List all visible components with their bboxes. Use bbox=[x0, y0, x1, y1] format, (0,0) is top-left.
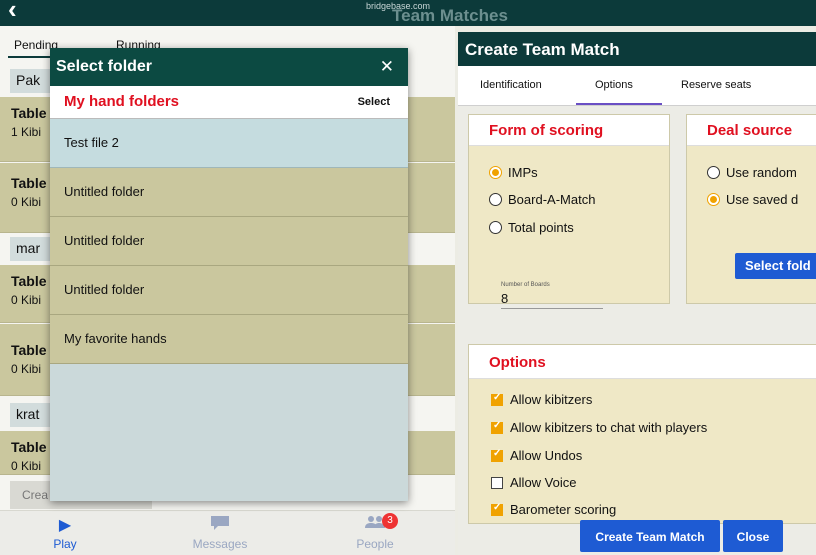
tab-identification[interactable]: Identification bbox=[480, 79, 542, 91]
radio-empty-icon bbox=[707, 166, 720, 179]
people-icon bbox=[320, 515, 430, 537]
checkbox-label: Allow kibitzers to chat with players bbox=[510, 420, 708, 435]
folder-item-label: Untitled folder bbox=[64, 233, 145, 248]
play-icon: ▶ bbox=[58, 517, 72, 534]
nav-messages[interactable]: Messages bbox=[165, 515, 275, 551]
checkbox-allow-kibitzer-chat[interactable]: Allow kibitzers to chat with players bbox=[491, 420, 707, 435]
folder-list-empty-area bbox=[50, 364, 408, 501]
folder-item[interactable]: Test file 2 bbox=[50, 119, 408, 168]
create-team-match-button[interactable]: Create Team Match bbox=[580, 520, 720, 552]
close-icon[interactable]: ✕ bbox=[380, 57, 394, 77]
table-row-title: Table bbox=[11, 273, 47, 289]
card-title: Deal source bbox=[707, 122, 793, 139]
active-tab-indicator bbox=[576, 103, 662, 105]
form-of-scoring-card: Form of scoring IMPs Board-A-Match Total… bbox=[468, 114, 670, 304]
table-row-kibitzers: 0 Kibi bbox=[11, 195, 42, 209]
checkbox-allow-voice[interactable]: Allow Voice bbox=[491, 475, 576, 490]
checkbox-allow-kibitzers[interactable]: Allow kibitzers bbox=[491, 392, 592, 407]
table-row-kibitzers: 1 Kibi bbox=[11, 125, 42, 139]
folder-item-label: Untitled folder bbox=[64, 184, 145, 199]
message-icon bbox=[165, 515, 275, 537]
nav-play[interactable]: ▶ Play bbox=[10, 515, 120, 551]
dialog-header: Select folder ✕ bbox=[50, 48, 408, 86]
table-row-kibitzers: 0 Kibi bbox=[11, 362, 42, 376]
radio-selected-icon bbox=[707, 193, 720, 206]
folder-item[interactable]: Untitled folder bbox=[50, 217, 408, 266]
radio-label: Board-A-Match bbox=[508, 192, 596, 207]
create-team-match-panel: Create Team Match Identification Options… bbox=[458, 32, 816, 555]
nav-play-label: Play bbox=[53, 537, 77, 551]
radio-imps[interactable]: IMPs bbox=[489, 165, 538, 180]
table-row-kibitzers: 0 Kibi bbox=[11, 293, 42, 307]
panel-title: Create Team Match bbox=[465, 40, 620, 59]
checkbox-empty-icon bbox=[491, 477, 503, 489]
radio-label: Use random bbox=[726, 165, 797, 180]
panel-header: Create Team Match bbox=[458, 32, 816, 66]
radio-empty-icon bbox=[489, 193, 502, 206]
card-header: Deal source bbox=[687, 115, 816, 146]
background-title: Team Matches bbox=[392, 6, 508, 25]
checkbox-label: Allow Voice bbox=[510, 475, 577, 490]
select-button[interactable]: Select bbox=[358, 96, 390, 108]
options-card: Options Allow kibitzers Allow kibitzers … bbox=[468, 344, 816, 524]
checkbox-label: Allow kibitzers bbox=[510, 392, 593, 407]
radio-selected-icon bbox=[489, 166, 502, 179]
folder-item-label: Test file 2 bbox=[64, 135, 119, 150]
boards-input-underline bbox=[501, 308, 603, 309]
boards-label: Number of Boards bbox=[501, 282, 550, 288]
radio-label: Use saved d bbox=[726, 192, 799, 207]
folder-item-label: Untitled folder bbox=[64, 282, 145, 297]
people-badge: 3 bbox=[382, 513, 398, 529]
radio-use-saved[interactable]: Use saved d bbox=[707, 192, 798, 207]
nav-people-label: People bbox=[356, 537, 394, 551]
radio-use-random[interactable]: Use random bbox=[707, 165, 797, 180]
folder-item[interactable]: Untitled folder bbox=[50, 266, 408, 315]
status-bar: ‹ bridgebase.com Team Matches bbox=[0, 0, 816, 26]
table-row-title: Table bbox=[11, 105, 47, 121]
nav-messages-label: Messages bbox=[192, 537, 248, 551]
table-row-title: Table bbox=[11, 439, 47, 455]
folder-list-title: My hand folders bbox=[64, 93, 180, 110]
select-folder-button[interactable]: Select fold bbox=[735, 253, 816, 279]
card-title: Form of scoring bbox=[489, 122, 604, 139]
folder-item[interactable]: My favorite hands bbox=[50, 315, 408, 364]
checkbox-label: Allow Undos bbox=[510, 448, 583, 463]
nav-people[interactable]: 3 People bbox=[320, 513, 430, 551]
radio-label: Total points bbox=[508, 220, 574, 235]
tab-options[interactable]: Options bbox=[595, 79, 633, 91]
card-header: Form of scoring bbox=[469, 115, 669, 146]
checkbox-checked-icon bbox=[491, 448, 503, 462]
tab-reserve-seats[interactable]: Reserve seats bbox=[681, 79, 751, 91]
radio-board-a-match[interactable]: Board-A-Match bbox=[489, 192, 595, 207]
table-row-title: Table bbox=[11, 175, 47, 191]
table-row-kibitzers: 0 Kibi bbox=[11, 459, 42, 473]
folder-item[interactable]: Untitled folder bbox=[50, 168, 408, 217]
chevron-left-icon[interactable]: ‹ bbox=[8, 0, 17, 25]
folder-list-header: My hand folders Select bbox=[50, 86, 408, 119]
checkbox-label: Barometer scoring bbox=[510, 502, 617, 517]
radio-empty-icon bbox=[489, 221, 502, 234]
bottom-nav: ▶ Play Messages 3 People bbox=[0, 510, 455, 555]
panel-tabs: Identification Options Reserve seats bbox=[458, 66, 816, 106]
select-folder-dialog: Select folder ✕ My hand folders Select T… bbox=[50, 48, 408, 501]
card-header: Options bbox=[469, 345, 816, 379]
radio-total-points[interactable]: Total points bbox=[489, 220, 574, 235]
card-title: Options bbox=[489, 354, 546, 371]
checkbox-barometer-scoring[interactable]: Barometer scoring bbox=[491, 502, 616, 517]
table-row-title: Table bbox=[11, 342, 47, 358]
close-button[interactable]: Close bbox=[723, 520, 783, 552]
dialog-title: Select folder bbox=[56, 58, 153, 75]
radio-label: IMPs bbox=[508, 165, 538, 180]
checkbox-allow-undos[interactable]: Allow Undos bbox=[491, 448, 582, 463]
checkbox-checked-icon bbox=[491, 502, 503, 516]
checkbox-checked-icon bbox=[491, 392, 503, 406]
boards-input[interactable]: 8 bbox=[501, 291, 508, 306]
checkbox-checked-icon bbox=[491, 420, 503, 434]
folder-item-label: My favorite hands bbox=[64, 331, 167, 346]
